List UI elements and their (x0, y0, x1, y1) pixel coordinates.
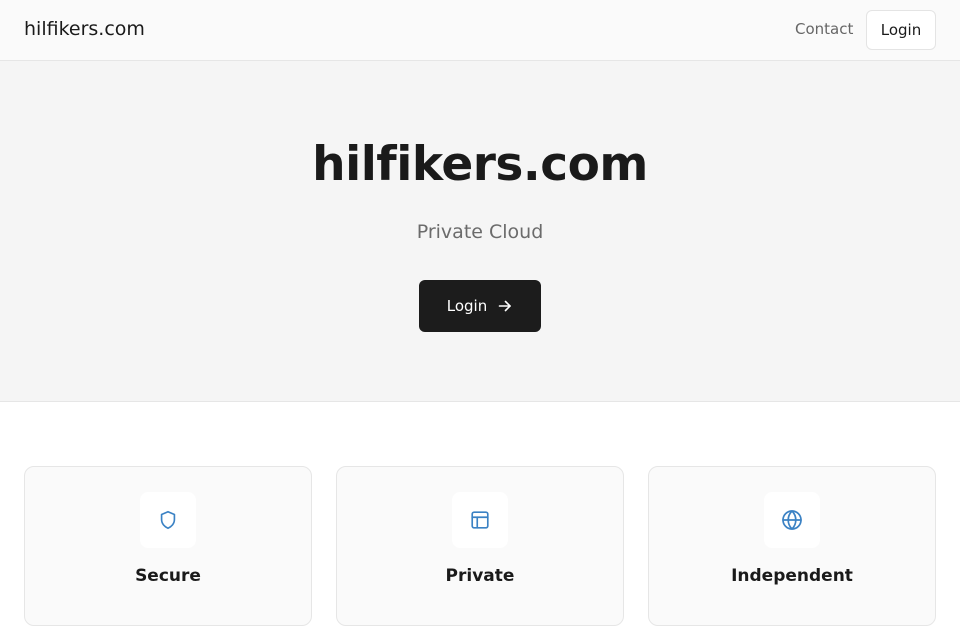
shield-icon (140, 492, 196, 548)
layout-icon (452, 492, 508, 548)
nav-login-button[interactable]: Login (866, 10, 936, 50)
feature-title: Private (445, 566, 515, 586)
brand-link[interactable]: hilfikers.com (24, 17, 145, 41)
hero-section: hilfikers.com Private Cloud Login (0, 61, 960, 402)
arrow-right-icon (497, 298, 513, 314)
feature-card-private: Private (336, 466, 624, 626)
hero-subtitle: Private Cloud (416, 221, 544, 243)
globe-icon (764, 492, 820, 548)
hero-title: hilfikers.com (312, 137, 648, 192)
hero-login-button[interactable]: Login (419, 280, 541, 332)
features-section: Secure Private Independent (0, 402, 960, 626)
feature-title: Independent (731, 566, 853, 586)
hero-login-label: Login (446, 297, 488, 315)
feature-card-secure: Secure (24, 466, 312, 626)
feature-title: Secure (135, 566, 201, 586)
site-header: hilfikers.com Contact Login (0, 0, 960, 61)
feature-card-independent: Independent (648, 466, 936, 626)
nav-contact-link[interactable]: Contact (795, 19, 853, 39)
